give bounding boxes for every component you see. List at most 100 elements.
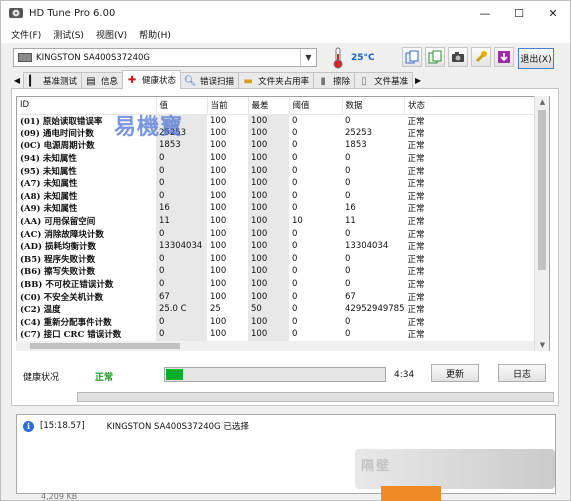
table-cell: 0 bbox=[292, 228, 298, 239]
table-cell: 16 bbox=[345, 203, 356, 214]
tab-folder-usage[interactable]: ▬ 文件夹占用率 bbox=[238, 72, 315, 89]
menu-view[interactable]: 视图(V) bbox=[96, 28, 127, 41]
tab-error-scan[interactable]: 🔍︎ 错误扫描 bbox=[180, 72, 240, 89]
table-cell: 0 bbox=[156, 328, 207, 341]
table-cell: 13304034 bbox=[156, 239, 207, 253]
table-cell: 正常 bbox=[407, 292, 425, 303]
magnifier-icon: 🔍︎ bbox=[183, 75, 197, 87]
table-cell: 100 bbox=[210, 216, 227, 227]
table-row[interactable]: (B6) 擦写失败计数 0 100 100 0 0 正常 bbox=[17, 265, 535, 278]
scroll-down-icon[interactable]: ▼ bbox=[535, 339, 550, 351]
log-message: KINGSTON SA400S37240G 已选择 bbox=[106, 422, 249, 432]
tab-info[interactable]: ▤ 信息 bbox=[81, 72, 124, 89]
col-header-current[interactable]: 当前 bbox=[207, 97, 249, 115]
table-cell: 正常 bbox=[407, 116, 425, 127]
table-cell: 正常 bbox=[407, 166, 425, 177]
col-header-data[interactable]: 数据 bbox=[342, 97, 405, 115]
table-cell: 25253 bbox=[345, 127, 373, 138]
table-cell: (C4) 重新分配事件计数 bbox=[20, 317, 112, 328]
tab-health[interactable]: ✚ 健康状态 bbox=[122, 70, 182, 89]
col-header-status[interactable]: 状态 bbox=[404, 97, 535, 115]
table-header-row: ID 值 当前 最差 阈值 数据 状态 bbox=[17, 97, 535, 115]
table-cell: 16 bbox=[156, 202, 207, 215]
tab-erase[interactable]: ▮ 擦除 bbox=[313, 72, 356, 89]
exit-button[interactable]: 退出(X) bbox=[518, 48, 554, 69]
copy-info-button[interactable] bbox=[425, 47, 445, 67]
table-row[interactable]: (C2) 温度 25.0 C 25 50 0 42952949785 正常 bbox=[17, 302, 535, 316]
temperature-readout: 25°C bbox=[351, 53, 375, 63]
table-row[interactable]: (AC) 消除故障块计数 0 100 100 0 0 正常 bbox=[17, 227, 535, 240]
minimize-button[interactable]: — bbox=[468, 1, 502, 25]
table-cell: 正常 bbox=[407, 317, 425, 328]
table-row[interactable]: (C0) 不安全关机计数 67 100 100 0 67 正常 bbox=[17, 290, 535, 303]
table-row[interactable]: (C7) 接口 CRC 错误计数 0 100 100 0 0 正常 bbox=[17, 328, 535, 341]
background-size-label: 4,209 KB bbox=[41, 492, 78, 501]
smart-table[interactable]: ID 值 当前 最差 阈值 数据 状态 (01) 原始读取错误率 100 100 0 0… bbox=[16, 96, 550, 351]
scroll-up-icon[interactable]: ▲ bbox=[535, 96, 550, 108]
table-cell: 100 bbox=[248, 252, 289, 266]
scroll-thumb[interactable] bbox=[538, 110, 546, 270]
hscroll-thumb[interactable] bbox=[30, 343, 180, 349]
options-button[interactable] bbox=[471, 47, 491, 67]
table-cell: (AA) 可用保留空间 bbox=[20, 217, 96, 228]
menu-help[interactable]: 帮助(H) bbox=[139, 28, 171, 41]
table-cell: 0 bbox=[345, 316, 351, 327]
table-row[interactable]: (94) 未知属性 0 100 100 0 0 正常 bbox=[17, 151, 535, 165]
menu-file[interactable]: 文件(F) bbox=[11, 28, 41, 41]
table-row[interactable]: (09) 通电时间计数 25253 100 100 0 25253 正常 bbox=[17, 126, 535, 140]
table-cell: 67 bbox=[156, 290, 207, 303]
screenshot-button[interactable] bbox=[448, 47, 468, 67]
progress-bar bbox=[164, 367, 386, 382]
table-cell: 0 bbox=[292, 140, 298, 151]
table-row[interactable]: (0C) 电源周期计数 1853 100 100 0 1853 正常 bbox=[17, 139, 535, 152]
table-cell: (BB) 不可校正错误计数 bbox=[20, 280, 114, 291]
copy-button[interactable] bbox=[402, 47, 422, 67]
table-cell: 100 bbox=[248, 126, 289, 140]
horizontal-scrollbar[interactable] bbox=[16, 341, 534, 351]
table-cell: 100 bbox=[210, 316, 227, 327]
table-cell: 0 bbox=[292, 304, 298, 315]
col-header-threshold[interactable]: 阈值 bbox=[289, 97, 343, 115]
table-row[interactable]: (A8) 未知属性 0 100 100 0 0 正常 bbox=[17, 189, 535, 203]
table-row[interactable]: (01) 原始读取错误率 100 100 0 0 正常 bbox=[17, 114, 535, 127]
table-row[interactable]: (BB) 不可校正错误计数 0 100 100 0 0 正常 bbox=[17, 277, 535, 291]
table-cell: 100 bbox=[248, 114, 289, 127]
copy-info-icon bbox=[428, 50, 442, 64]
close-button[interactable]: ✕ bbox=[536, 1, 570, 25]
table-cell: 0 bbox=[345, 266, 351, 277]
table-row[interactable]: (A9) 未知属性 16 100 100 0 16 正常 bbox=[17, 202, 535, 215]
overlay-text: 隔壁 bbox=[361, 459, 392, 474]
tab-file-benchmark[interactable]: ▯ 文件基准 bbox=[354, 72, 414, 89]
col-header-worst[interactable]: 最差 bbox=[248, 97, 290, 115]
table-cell: 0 bbox=[292, 266, 298, 277]
drive-dropdown[interactable]: KINGSTON SA400S37240G ▼ bbox=[13, 48, 317, 67]
tab-scroll-left-icon[interactable]: ◀ bbox=[11, 72, 23, 89]
table-cell: 100 bbox=[248, 277, 289, 291]
table-row[interactable]: (95) 未知属性 0 100 100 0 0 正常 bbox=[17, 164, 535, 177]
chevron-down-icon[interactable]: ▼ bbox=[300, 49, 316, 66]
drive-icon bbox=[18, 53, 32, 62]
table-row[interactable]: (C4) 重新分配事件计数 0 100 100 0 0 正常 bbox=[17, 315, 535, 329]
table-cell: (C2) 温度 bbox=[20, 305, 61, 316]
tab-benchmark[interactable]: ▎ 基准测试 bbox=[23, 72, 83, 89]
table-row[interactable]: (AA) 可用保留空间 11 100 100 10 11 正常 bbox=[17, 214, 535, 228]
table-cell: 0 bbox=[345, 153, 351, 164]
watermark-text: 易機寶 bbox=[114, 114, 184, 140]
table-row[interactable]: (B5) 程序失败计数 0 100 100 0 0 正常 bbox=[17, 252, 535, 266]
table-cell: 100 bbox=[248, 164, 289, 177]
update-button[interactable]: 更新 bbox=[431, 364, 479, 382]
table-row[interactable]: (A7) 未知属性 0 100 100 0 0 正常 bbox=[17, 176, 535, 190]
table-cell: 100 bbox=[248, 139, 289, 152]
splitter-bar[interactable] bbox=[77, 392, 554, 402]
table-cell: 0 bbox=[345, 178, 351, 189]
menu-test[interactable]: 测试(S) bbox=[53, 28, 84, 41]
table-cell: 100 bbox=[248, 328, 289, 341]
tab-scroll-right-icon[interactable]: ▶ bbox=[412, 72, 424, 89]
log-button[interactable]: 日志 bbox=[498, 364, 546, 382]
save-button[interactable] bbox=[494, 47, 514, 67]
table-cell: 100 bbox=[248, 265, 289, 278]
vertical-scrollbar[interactable]: ▲ ▼ bbox=[534, 96, 549, 351]
maximize-button[interactable]: ☐ bbox=[502, 1, 536, 25]
table-row[interactable]: (AD) 损耗均衡计数 13304034 100 100 0 13304034 正常 bbox=[17, 239, 535, 253]
table-cell: 0 bbox=[292, 279, 298, 290]
